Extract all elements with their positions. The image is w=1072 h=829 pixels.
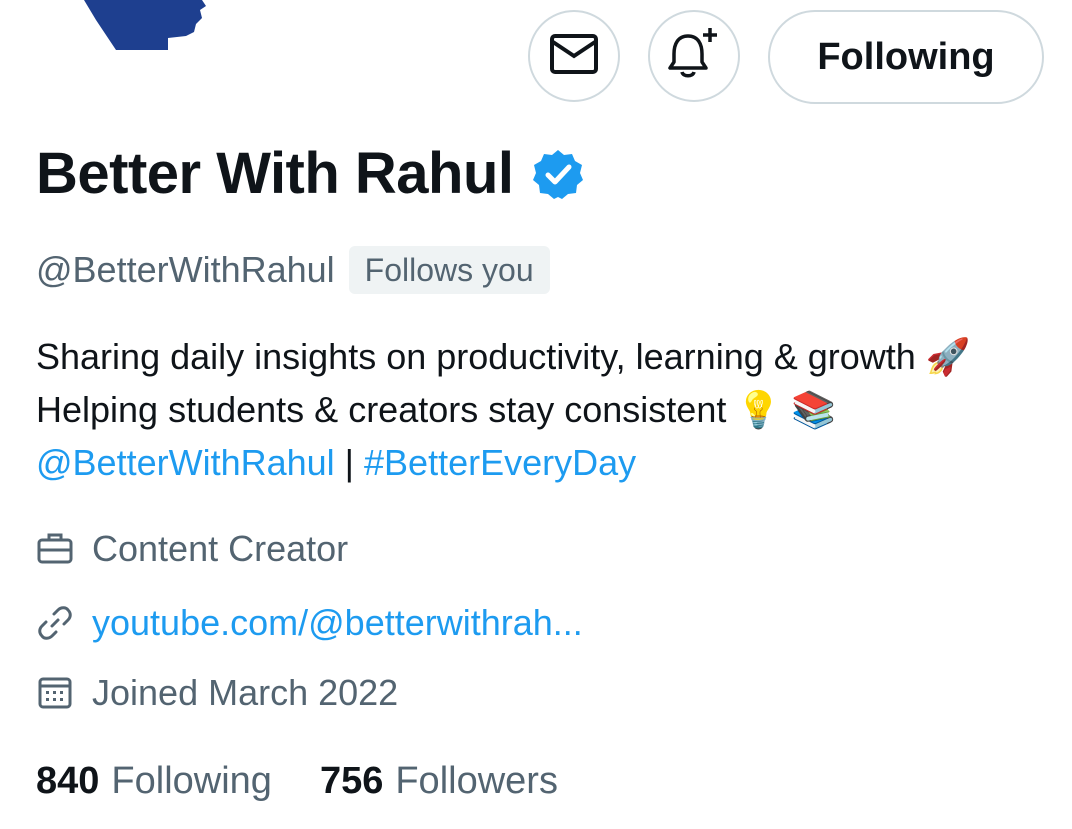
briefcase-icon: [36, 530, 74, 568]
rocket-emoji: 🚀: [925, 336, 971, 377]
profile-stats: 840 Following 756 Followers: [36, 760, 558, 803]
display-name: Better With Rahul: [36, 141, 514, 206]
followers-count: 756: [319, 760, 384, 802]
verified-badge-icon[interactable]: [532, 148, 584, 200]
handle: @BetterWithRahul: [36, 249, 335, 290]
followers-stat-link[interactable]: 756 Followers: [320, 760, 558, 803]
following-button[interactable]: Following: [768, 10, 1044, 104]
bio-text: Sharing daily insights on productivity, …: [36, 336, 926, 377]
link-icon: [36, 604, 74, 642]
profile-website[interactable]: youtube.com/@betterwithrah...: [36, 602, 583, 644]
following-count: 840: [36, 760, 100, 802]
profile-category: Content Creator: [36, 528, 348, 570]
message-button[interactable]: [528, 10, 620, 102]
followers-label: Followers: [395, 760, 558, 802]
avatar[interactable]: [56, 0, 236, 70]
following-label: Following: [111, 760, 272, 802]
bio-separator: |: [334, 442, 365, 483]
follows-you-badge: Follows you: [348, 246, 550, 294]
envelope-icon: [549, 32, 599, 81]
books-emoji: 📚: [791, 389, 837, 430]
bio: Sharing daily insights on productivity, …: [36, 330, 1046, 489]
name-row: Better With Rahul: [36, 140, 584, 207]
following-button-label: Following: [817, 35, 995, 78]
category-text: Content Creator: [92, 528, 349, 569]
notifications-button[interactable]: [648, 10, 740, 102]
bio-hashtag-link[interactable]: #BetterEveryDay: [364, 442, 636, 483]
bell-plus-icon: [666, 26, 722, 87]
bio-mention-link[interactable]: @BetterWithRahul: [36, 442, 335, 483]
calendar-icon: [36, 674, 74, 712]
profile-joined-date: Joined March 2022: [36, 672, 398, 714]
bio-text: Helping students & creators stay consist…: [36, 389, 737, 430]
handle-row: @BetterWithRahul Follows you: [36, 246, 550, 294]
following-stat-link[interactable]: 840 Following: [36, 760, 272, 803]
joined-text: Joined March 2022: [92, 672, 399, 713]
lightbulb-emoji: 💡: [736, 389, 782, 430]
website-link[interactable]: youtube.com/@betterwithrah...: [92, 602, 583, 644]
